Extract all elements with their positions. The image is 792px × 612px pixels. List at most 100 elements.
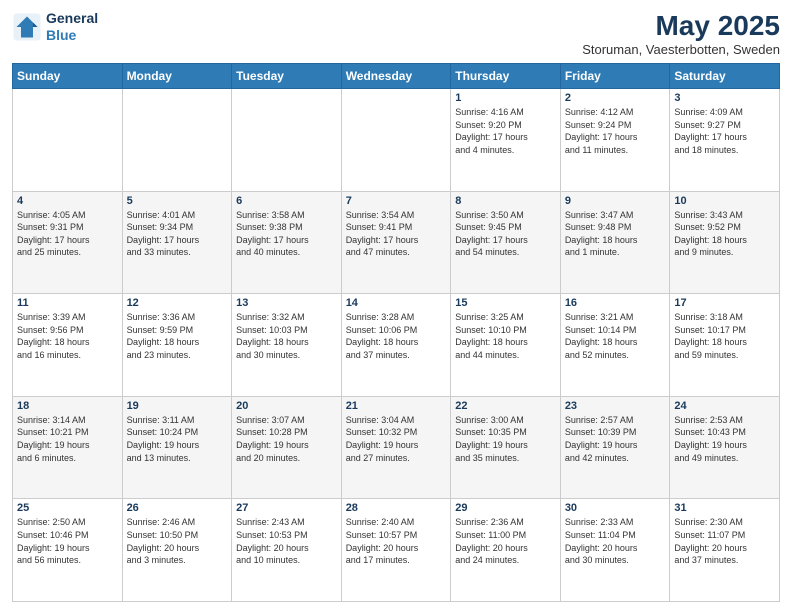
calendar-cell: 16 Sunrise: 3:21 AM Sunset: 10:14 PM Dayl… [560, 294, 670, 397]
day-info: Sunrise: 3:36 AM Sunset: 9:59 PM Dayligh… [127, 311, 228, 361]
calendar-cell: 8Sunrise: 3:50 AM Sunset: 9:45 PM Daylig… [451, 191, 561, 294]
calendar-col-header: Monday [122, 64, 232, 89]
calendar-cell: 10 Sunrise: 3:43 AM Sunset: 9:52 PM Dayli… [670, 191, 780, 294]
logo-line1: General [46, 10, 98, 27]
day-info: Sunrise: 2:33 AM Sunset: 11:04 PM Daylig… [565, 516, 666, 566]
calendar-week-row: 4 Sunrise: 4:05 AM Sunset: 9:31 PM Daylig… [13, 191, 780, 294]
day-number: 9 [565, 195, 666, 207]
calendar-header-row: SundayMondayTuesdayWednesdayThursdayFrid… [13, 64, 780, 89]
calendar-week-row: 25 Sunrise: 2:50 AM Sunset: 10:46 PM Dayl… [13, 499, 780, 602]
day-info: Sunrise: 3:32 AM Sunset: 10:03 PM Daylig… [236, 311, 337, 361]
day-info: Sunrise: 3:58 AM Sunset: 9:38 PM Dayligh… [236, 209, 337, 259]
calendar-cell: 3Sunrise: 4:09 AM Sunset: 9:27 PM Daylig… [670, 89, 780, 192]
calendar-cell: 28Sunrise: 2:40 AM Sunset: 10:57 PM Dayl… [341, 499, 451, 602]
main-title: May 2025 [582, 10, 780, 42]
calendar-cell: 9 Sunrise: 3:47 AM Sunset: 9:48 PM Daylig… [560, 191, 670, 294]
day-info: Sunrise: 4:16 AM Sunset: 9:20 PM Dayligh… [455, 106, 556, 156]
day-number: 26 [127, 502, 228, 514]
logo: General Blue [12, 10, 98, 44]
day-info: Sunrise: 3:47 AM Sunset: 9:48 PM Dayligh… [565, 209, 666, 259]
calendar-cell: 15Sunrise: 3:25 AM Sunset: 10:10 PM Dayl… [451, 294, 561, 397]
calendar-week-row: 18Sunrise: 3:14 AM Sunset: 10:21 PM Dayl… [13, 396, 780, 499]
day-number: 31 [674, 502, 775, 514]
day-number: 2 [565, 92, 666, 104]
title-block: May 2025 Storuman, Vaesterbotten, Sweden [582, 10, 780, 57]
day-info: Sunrise: 2:30 AM Sunset: 11:07 PM Daylig… [674, 516, 775, 566]
day-info: Sunrise: 3:00 AM Sunset: 10:35 PM Daylig… [455, 414, 556, 464]
calendar-cell: 17Sunrise: 3:18 AM Sunset: 10:17 PM Dayl… [670, 294, 780, 397]
day-number: 10 [674, 195, 775, 207]
page: General Blue May 2025 Storuman, Vaesterb… [0, 0, 792, 612]
calendar-cell: 4 Sunrise: 4:05 AM Sunset: 9:31 PM Daylig… [13, 191, 123, 294]
calendar-week-row: 11 Sunrise: 3:39 AM Sunset: 9:56 PM Dayli… [13, 294, 780, 397]
day-info: Sunrise: 3:14 AM Sunset: 10:21 PM Daylig… [17, 414, 118, 464]
calendar-cell [232, 89, 342, 192]
day-number: 22 [455, 400, 556, 412]
subtitle: Storuman, Vaesterbotten, Sweden [582, 42, 780, 57]
calendar-cell [122, 89, 232, 192]
day-number: 28 [346, 502, 447, 514]
calendar-cell: 27 Sunrise: 2:43 AM Sunset: 10:53 PM Dayl… [232, 499, 342, 602]
day-number: 3 [674, 92, 775, 104]
day-info: Sunrise: 3:43 AM Sunset: 9:52 PM Dayligh… [674, 209, 775, 259]
calendar-cell: 22 Sunrise: 3:00 AM Sunset: 10:35 PM Dayl… [451, 396, 561, 499]
calendar-col-header: Saturday [670, 64, 780, 89]
calendar-cell: 13 Sunrise: 3:32 AM Sunset: 10:03 PM Dayl… [232, 294, 342, 397]
day-number: 13 [236, 297, 337, 309]
calendar-cell: 31 Sunrise: 2:30 AM Sunset: 11:07 PM Dayl… [670, 499, 780, 602]
calendar-cell: 7Sunrise: 3:54 AM Sunset: 9:41 PM Daylig… [341, 191, 451, 294]
calendar-cell: 26 Sunrise: 2:46 AM Sunset: 10:50 PM Dayl… [122, 499, 232, 602]
day-info: Sunrise: 2:36 AM Sunset: 11:00 PM Daylig… [455, 516, 556, 566]
calendar-cell: 21Sunrise: 3:04 AM Sunset: 10:32 PM Dayl… [341, 396, 451, 499]
day-info: Sunrise: 4:12 AM Sunset: 9:24 PM Dayligh… [565, 106, 666, 156]
calendar-cell: 12 Sunrise: 3:36 AM Sunset: 9:59 PM Dayli… [122, 294, 232, 397]
day-number: 8 [455, 195, 556, 207]
calendar-cell: 20Sunrise: 3:07 AM Sunset: 10:28 PM Dayl… [232, 396, 342, 499]
calendar-col-header: Wednesday [341, 64, 451, 89]
day-info: Sunrise: 3:11 AM Sunset: 10:24 PM Daylig… [127, 414, 228, 464]
day-info: Sunrise: 3:18 AM Sunset: 10:17 PM Daylig… [674, 311, 775, 361]
day-number: 12 [127, 297, 228, 309]
day-number: 7 [346, 195, 447, 207]
calendar-cell: 2 Sunrise: 4:12 AM Sunset: 9:24 PM Daylig… [560, 89, 670, 192]
day-info: Sunrise: 2:50 AM Sunset: 10:46 PM Daylig… [17, 516, 118, 566]
day-info: Sunrise: 3:39 AM Sunset: 9:56 PM Dayligh… [17, 311, 118, 361]
calendar-cell [13, 89, 123, 192]
day-number: 25 [17, 502, 118, 514]
day-number: 23 [565, 400, 666, 412]
day-info: Sunrise: 3:25 AM Sunset: 10:10 PM Daylig… [455, 311, 556, 361]
calendar-cell: 25 Sunrise: 2:50 AM Sunset: 10:46 PM Dayl… [13, 499, 123, 602]
day-info: Sunrise: 3:04 AM Sunset: 10:32 PM Daylig… [346, 414, 447, 464]
day-info: Sunrise: 2:46 AM Sunset: 10:50 PM Daylig… [127, 516, 228, 566]
day-info: Sunrise: 3:21 AM Sunset: 10:14 PM Daylig… [565, 311, 666, 361]
day-number: 11 [17, 297, 118, 309]
calendar-cell: 30Sunrise: 2:33 AM Sunset: 11:04 PM Dayl… [560, 499, 670, 602]
day-number: 5 [127, 195, 228, 207]
day-number: 29 [455, 502, 556, 514]
day-number: 16 [565, 297, 666, 309]
calendar-cell: 6 Sunrise: 3:58 AM Sunset: 9:38 PM Daylig… [232, 191, 342, 294]
day-info: Sunrise: 4:01 AM Sunset: 9:34 PM Dayligh… [127, 209, 228, 259]
calendar-week-row: 1 Sunrise: 4:16 AM Sunset: 9:20 PM Daylig… [13, 89, 780, 192]
calendar-cell: 11 Sunrise: 3:39 AM Sunset: 9:56 PM Dayli… [13, 294, 123, 397]
day-number: 1 [455, 92, 556, 104]
day-info: Sunrise: 2:43 AM Sunset: 10:53 PM Daylig… [236, 516, 337, 566]
calendar-col-header: Friday [560, 64, 670, 89]
calendar: SundayMondayTuesdayWednesdayThursdayFrid… [12, 63, 780, 602]
day-number: 27 [236, 502, 337, 514]
day-info: Sunrise: 3:28 AM Sunset: 10:06 PM Daylig… [346, 311, 447, 361]
logo-icon [12, 12, 42, 42]
calendar-cell: 29 Sunrise: 2:36 AM Sunset: 11:00 PM Dayl… [451, 499, 561, 602]
logo-line2: Blue [46, 27, 98, 44]
logo-text: General Blue [46, 10, 98, 44]
day-number: 6 [236, 195, 337, 207]
header: General Blue May 2025 Storuman, Vaesterb… [12, 10, 780, 57]
day-number: 19 [127, 400, 228, 412]
calendar-cell: 24Sunrise: 2:53 AM Sunset: 10:43 PM Dayl… [670, 396, 780, 499]
calendar-col-header: Thursday [451, 64, 561, 89]
calendar-cell: 18Sunrise: 3:14 AM Sunset: 10:21 PM Dayl… [13, 396, 123, 499]
day-info: Sunrise: 3:07 AM Sunset: 10:28 PM Daylig… [236, 414, 337, 464]
calendar-cell: 5 Sunrise: 4:01 AM Sunset: 9:34 PM Daylig… [122, 191, 232, 294]
day-number: 4 [17, 195, 118, 207]
day-info: Sunrise: 4:05 AM Sunset: 9:31 PM Dayligh… [17, 209, 118, 259]
